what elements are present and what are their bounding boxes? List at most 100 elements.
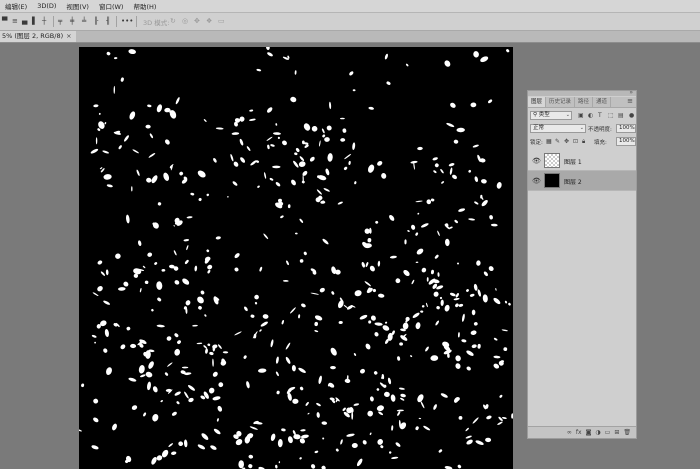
lock-position-icon[interactable]: ✥: [564, 138, 569, 145]
speckle: [398, 387, 405, 390]
lock-image-icon[interactable]: ✎: [555, 138, 560, 145]
lock-artboard-icon[interactable]: ⊡: [573, 138, 578, 145]
speckle: [314, 450, 319, 454]
speckle: [204, 314, 207, 317]
speckle: [506, 49, 510, 53]
menu-view[interactable]: 视图(V): [61, 1, 94, 11]
visibility-eye-icon[interactable]: 👁︎: [532, 177, 541, 185]
speckle: [243, 355, 247, 359]
document-tab[interactable]: 5% (图层 2, RGB/8) ×: [0, 31, 76, 42]
tab-history[interactable]: 历史记录: [546, 97, 576, 107]
3d-scale-icon[interactable]: ▭: [218, 17, 225, 26]
collapse-panel-icon[interactable]: »: [629, 89, 633, 96]
mask-icon[interactable]: ◙: [586, 429, 592, 436]
tab-channels[interactable]: 通道: [593, 97, 612, 107]
distribute-bottom-icon[interactable]: ╧: [82, 17, 86, 26]
speckle: [397, 411, 401, 416]
visibility-eye-icon[interactable]: 👁︎: [532, 157, 541, 165]
speckle: [367, 410, 374, 417]
filter-adjustment-icon[interactable]: ◐: [588, 112, 593, 119]
document-canvas[interactable]: [79, 47, 513, 469]
3d-slide-icon[interactable]: ❖: [206, 17, 212, 26]
speckle: [461, 339, 467, 343]
speckle: [474, 176, 479, 183]
speckle: [452, 174, 457, 180]
speckle: [310, 292, 319, 295]
speckle: [384, 391, 390, 398]
speckle: [212, 396, 221, 401]
speckle: [151, 175, 158, 184]
speckle: [303, 123, 311, 131]
speckle: [176, 401, 180, 405]
align-left-icon[interactable]: ▌: [32, 17, 37, 26]
speckle: [299, 386, 304, 391]
speckle: [337, 300, 344, 309]
delete-icon[interactable]: 🗑︎: [623, 429, 631, 436]
3d-roll-icon[interactable]: ◎: [182, 17, 188, 26]
distribute-right-icon[interactable]: ╢: [106, 17, 110, 26]
speckle: [465, 427, 469, 432]
speckle: [453, 139, 459, 144]
align-bottom-icon[interactable]: ▄: [22, 17, 27, 26]
speckle: [230, 153, 234, 162]
distribute-top-icon[interactable]: ╤: [58, 17, 62, 26]
more-options-icon[interactable]: •••: [121, 17, 133, 26]
panel-menu-icon[interactable]: ≡: [627, 97, 633, 106]
speckle: [136, 169, 140, 176]
fill-field[interactable]: 100%: [616, 137, 636, 146]
lock-all-icon[interactable]: 🔒︎: [582, 138, 585, 146]
speckle: [321, 421, 328, 425]
layer-thumbnail: [544, 153, 560, 168]
lock-transparent-icon[interactable]: ▦: [546, 138, 552, 145]
speckle: [213, 428, 221, 435]
speckle: [181, 366, 189, 369]
tab-layers[interactable]: 图层: [528, 97, 547, 107]
opacity-field[interactable]: 100%: [616, 124, 636, 133]
layer-row-1[interactable]: 👁︎ 图层 1: [528, 151, 636, 171]
align-hcenter-icon[interactable]: ┼: [42, 17, 46, 26]
menu-window[interactable]: 窗口(W): [94, 1, 129, 11]
speckle: [179, 171, 184, 176]
menu-3d[interactable]: 3D(D): [32, 2, 61, 10]
fx-icon[interactable]: fx: [576, 429, 582, 436]
speckle: [488, 99, 493, 104]
speckle: [344, 378, 351, 384]
menu-edit[interactable]: 编辑(E): [0, 1, 32, 11]
align-top-icon[interactable]: ▀: [2, 17, 7, 26]
speckle: [340, 117, 345, 120]
filter-smart-object-icon[interactable]: ▤: [618, 112, 624, 119]
3d-orbit-icon[interactable]: ↻: [170, 17, 176, 26]
tab-paths[interactable]: 路径: [575, 97, 594, 107]
speckle: [482, 294, 488, 303]
filter-pixel-icon[interactable]: ▣: [578, 112, 584, 119]
filter-toggle-icon[interactable]: ●: [629, 112, 634, 119]
speckle: [475, 440, 484, 445]
filter-type-icon[interactable]: T: [598, 112, 602, 119]
link-icon[interactable]: ∞: [567, 429, 572, 436]
speckle: [476, 260, 481, 266]
group-icon[interactable]: ▭: [605, 429, 611, 436]
adjustment-icon[interactable]: ◑: [595, 429, 600, 436]
speckle: [316, 402, 321, 407]
3d-pan-icon[interactable]: ✥: [194, 17, 200, 26]
new-layer-icon[interactable]: ⊞: [614, 429, 619, 436]
layer-row-2[interactable]: 👁︎ 图层 2: [528, 171, 636, 191]
blend-mode-select[interactable]: 正常 ⌄: [530, 124, 586, 133]
speckle: [433, 291, 439, 297]
speckle: [477, 343, 481, 349]
close-icon[interactable]: ×: [66, 31, 71, 42]
speckle: [353, 403, 360, 406]
align-vcenter-icon[interactable]: ≡: [12, 17, 18, 26]
speckle: [126, 326, 131, 331]
speckle: [342, 407, 346, 411]
speckle: [291, 365, 296, 372]
kind-filter-select[interactable]: ⚲ 类型 ⌄: [530, 111, 572, 120]
blend-row: 正常 ⌄ 不透明度: 100%: [530, 124, 636, 134]
filter-shape-icon[interactable]: ⬚: [608, 112, 614, 119]
speckle: [131, 186, 133, 192]
distribute-vcenter-icon[interactable]: ╪: [70, 17, 74, 26]
speckle: [384, 53, 388, 60]
speckle: [396, 409, 404, 412]
distribute-left-icon[interactable]: ╟: [94, 17, 98, 26]
menu-help[interactable]: 帮助(H): [128, 1, 161, 11]
